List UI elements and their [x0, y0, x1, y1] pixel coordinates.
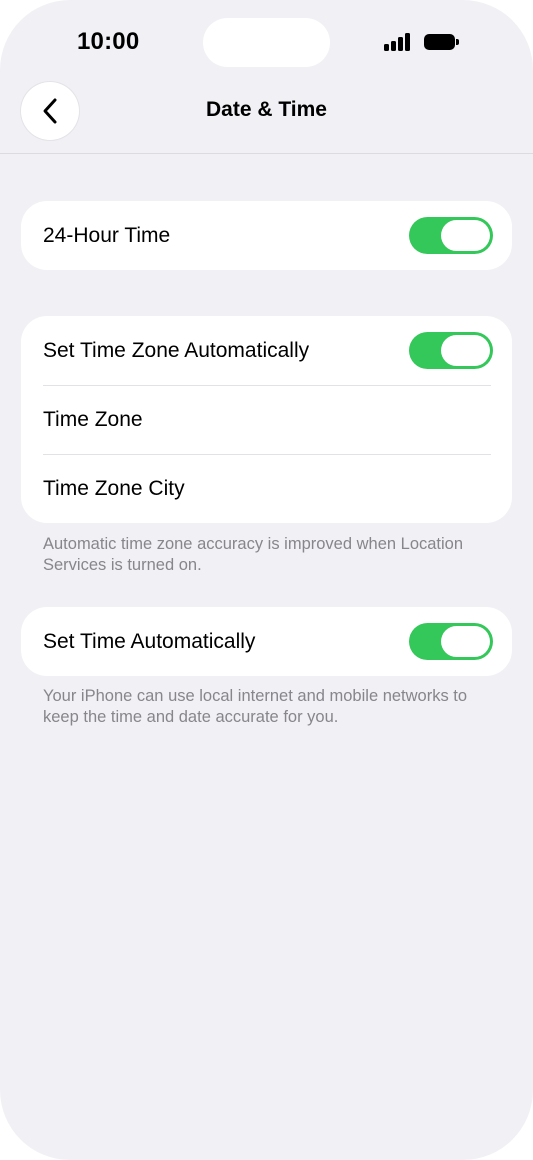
- row-set-time-automatically: Set Time Automatically: [21, 607, 512, 676]
- row-set-time-zone-automatically: Set Time Zone Automatically: [21, 316, 512, 385]
- dynamic-island: [203, 18, 330, 67]
- cellular-signal-icon: [384, 33, 412, 51]
- row-24-hour-time: 24-Hour Time: [21, 201, 512, 270]
- set-time-automatically-toggle[interactable]: [409, 623, 493, 660]
- page-title: Date & Time: [206, 98, 327, 121]
- row-label: Set Time Automatically: [43, 629, 256, 653]
- row-time-zone[interactable]: Time Zone: [21, 385, 512, 454]
- settings-group-time-zone: Set Time Zone Automatically Time Zone Ti…: [21, 316, 512, 523]
- toggle-knob: [441, 220, 490, 251]
- set-time-footnote: Your iPhone can use local internet and m…: [43, 687, 468, 726]
- set-time-zone-automatically-toggle[interactable]: [409, 332, 493, 369]
- row-time-zone-city[interactable]: Time Zone City: [21, 454, 512, 523]
- 24-hour-time-toggle[interactable]: [409, 217, 493, 254]
- settings-group-set-time: Set Time Automatically: [21, 607, 512, 676]
- toggle-knob: [441, 335, 490, 366]
- time-zone-footnote: Automatic time zone accuracy is improved…: [43, 535, 464, 574]
- row-label: 24-Hour Time: [43, 223, 171, 247]
- toggle-knob: [441, 626, 490, 657]
- phone-screen: 10:00 Date & Time 24-Hour Time Set Time …: [0, 0, 533, 1160]
- status-time: 10:00: [77, 28, 140, 55]
- row-label: Time Zone City: [43, 476, 185, 500]
- settings-group-24-hour: 24-Hour Time: [21, 201, 512, 270]
- nav-divider: [0, 153, 533, 154]
- row-label: Set Time Zone Automatically: [43, 338, 310, 362]
- row-label: Time Zone: [43, 407, 143, 431]
- battery-icon: [424, 34, 459, 50]
